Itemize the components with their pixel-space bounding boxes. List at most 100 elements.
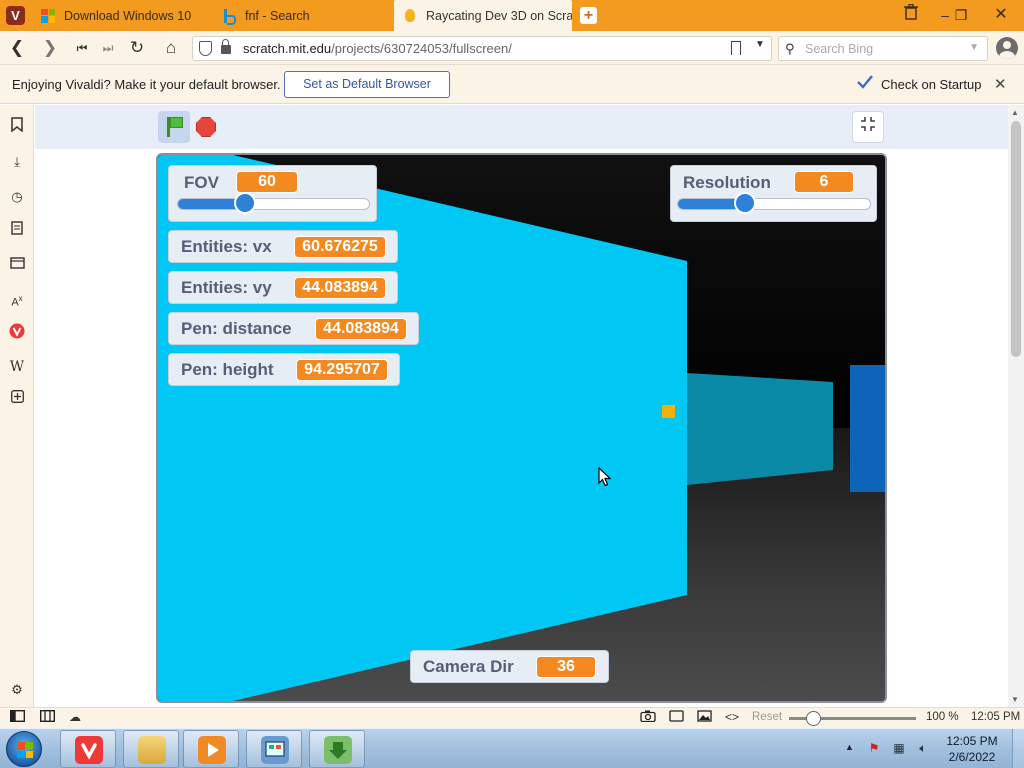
scratch-favicon-icon: [402, 8, 418, 24]
notice-text: Enjoying Vivaldi? Make it your default b…: [12, 77, 281, 92]
panel-toggle-icon[interactable]: [8, 709, 26, 726]
chevron-down-icon[interactable]: ▼: [969, 42, 979, 53]
notes-panel-icon[interactable]: [7, 221, 27, 241]
vivaldi-icon: [75, 736, 103, 764]
taskbar-clock[interactable]: 12:05 PM 2/6/2022: [940, 733, 1004, 765]
windows-logo-icon: [17, 742, 33, 758]
raycast-wall-right: [850, 365, 885, 492]
maximize-button[interactable]: ❐: [946, 2, 976, 28]
check-on-startup-label[interactable]: Check on Startup: [881, 77, 981, 92]
vivaldi-panel-icon[interactable]: [7, 323, 27, 343]
downloads-panel-icon[interactable]: ⤓: [7, 152, 27, 172]
url-text: scratch.mit.edu/projects/630724053/fulls…: [243, 41, 512, 56]
tab-fnf-search[interactable]: fnf - Search: [213, 0, 393, 31]
network-icon[interactable]: ▦: [891, 741, 907, 757]
new-tab-button[interactable]: +: [580, 7, 597, 24]
search-field[interactable]: ⚲ Search Bing ▼: [778, 36, 988, 61]
trash-icon[interactable]: [896, 2, 926, 28]
history-panel-icon[interactable]: ◷: [7, 187, 27, 207]
folder-icon: [138, 736, 166, 764]
home-button[interactable]: ⌂: [159, 36, 183, 60]
exit-fullscreen-icon: [861, 117, 875, 131]
tab-label: Raycating Dev 3D on Scratc: [426, 8, 572, 23]
search-placeholder: Search Bing: [805, 42, 874, 56]
chevron-down-icon[interactable]: ▼: [755, 39, 765, 50]
fast-forward-button[interactable]: ⏭: [96, 36, 120, 60]
wikipedia-panel-icon[interactable]: W: [7, 357, 27, 377]
close-icon[interactable]: ✕: [994, 75, 1007, 93]
tile-tabs-icon[interactable]: [38, 709, 56, 726]
zoom-level: 100 %: [926, 711, 959, 723]
tab-download-windows[interactable]: Download Windows 10: [32, 0, 212, 31]
resolution-slider[interactable]: [677, 192, 871, 214]
tab-label: Download Windows 10: [64, 8, 192, 23]
monitor-value: 44.083894: [294, 277, 386, 299]
settings-gear-icon[interactable]: ⚙: [7, 680, 27, 700]
zoom-slider-handle[interactable]: [806, 711, 821, 726]
monitor-label: Pen: height: [181, 360, 274, 379]
start-button[interactable]: [6, 731, 42, 767]
bookmarks-panel-icon[interactable]: [7, 117, 27, 137]
slider-handle[interactable]: [234, 192, 256, 214]
taskbar-media-player[interactable]: [183, 730, 239, 768]
translate-panel-icon[interactable]: Ax: [7, 289, 27, 309]
close-window-button[interactable]: ✕: [986, 2, 1016, 28]
scroll-up-icon[interactable]: ▲: [1011, 108, 1019, 117]
mouse-cursor-icon: [598, 467, 612, 487]
project-stage[interactable]: FOV 60 Resolution 6 Entities: vx 60.6762…: [156, 153, 887, 703]
page-scrollbar[interactable]: ▲ ▼: [1008, 105, 1024, 707]
sync-cloud-icon[interactable]: ☁: [66, 710, 84, 726]
search-icon: ⚲: [785, 41, 795, 56]
zoom-reset-button[interactable]: Reset: [752, 711, 782, 723]
url-field[interactable]: scratch.mit.edu/projects/630724053/fulls…: [192, 36, 772, 61]
sprite-marker: [662, 405, 675, 418]
tab-bar: V Download Windows 10 fnf - Search Rayca…: [0, 0, 1024, 31]
exit-fullscreen-button[interactable]: [852, 111, 884, 143]
set-default-browser-button[interactable]: Set as Default Browser: [284, 71, 450, 98]
taskbar-vivaldi[interactable]: [60, 730, 116, 768]
scrollbar-thumb[interactable]: [1011, 121, 1021, 357]
profile-avatar[interactable]: [996, 37, 1018, 59]
green-flag-button[interactable]: [158, 111, 190, 143]
monitor-label: Resolution: [683, 173, 771, 192]
checkmark-icon[interactable]: [857, 74, 873, 90]
back-button[interactable]: ❮: [5, 36, 29, 60]
monitor-fov: FOV 60: [168, 165, 377, 222]
control-panel-icon: [261, 736, 289, 764]
fov-slider[interactable]: [177, 192, 370, 214]
slider-handle[interactable]: [734, 192, 756, 214]
taskbar-control-panel[interactable]: [246, 730, 302, 768]
show-desktop-button[interactable]: [1012, 729, 1024, 768]
action-center-flag-icon[interactable]: ⚑: [866, 741, 882, 757]
raycast-wall-far: [687, 373, 833, 485]
window-panel-icon[interactable]: [7, 255, 27, 275]
volume-icon[interactable]: 🔈︎: [915, 741, 931, 757]
stage-controls-bar: [35, 105, 1008, 149]
address-bar: ❮ ❯ ⏮ ⏭ ↻ ⌂ scratch.mit.edu/projects/630…: [0, 31, 1024, 65]
stop-button[interactable]: [196, 117, 216, 137]
lock-icon[interactable]: [221, 39, 231, 54]
taskbar-explorer[interactable]: [123, 730, 179, 768]
forward-button[interactable]: ❯: [38, 36, 62, 60]
download-app-icon: [324, 736, 352, 764]
scroll-down-icon[interactable]: ▼: [1011, 695, 1019, 704]
tab-raycasting-active[interactable]: Raycating Dev 3D on Scratc: [394, 0, 572, 31]
shield-icon[interactable]: [199, 41, 212, 56]
monitor-camera-dir: Camera Dir 36: [410, 650, 609, 683]
monitor-entities-vy: Entities: vy 44.083894: [168, 271, 398, 304]
vivaldi-menu-icon[interactable]: V: [6, 6, 25, 25]
taskbar-scratch-app[interactable]: [309, 730, 365, 768]
camera-icon[interactable]: [639, 710, 657, 726]
media-player-icon: [198, 736, 226, 764]
bookmark-icon[interactable]: [731, 41, 741, 55]
reload-button[interactable]: ↻: [125, 36, 149, 60]
add-panel-icon[interactable]: [7, 389, 27, 409]
page-actions-icon[interactable]: <>: [723, 710, 741, 726]
monitor-value: 44.083894: [315, 318, 407, 340]
page-tiling-icon[interactable]: [667, 710, 685, 726]
show-hidden-icons-icon[interactable]: ▲: [845, 742, 854, 752]
status-clock: 12:05 PM: [971, 711, 1021, 723]
image-toggle-icon[interactable]: [695, 710, 713, 726]
monitor-entities-vx: Entities: vx 60.676275: [168, 230, 398, 263]
rewind-button[interactable]: ⏮: [70, 36, 94, 60]
